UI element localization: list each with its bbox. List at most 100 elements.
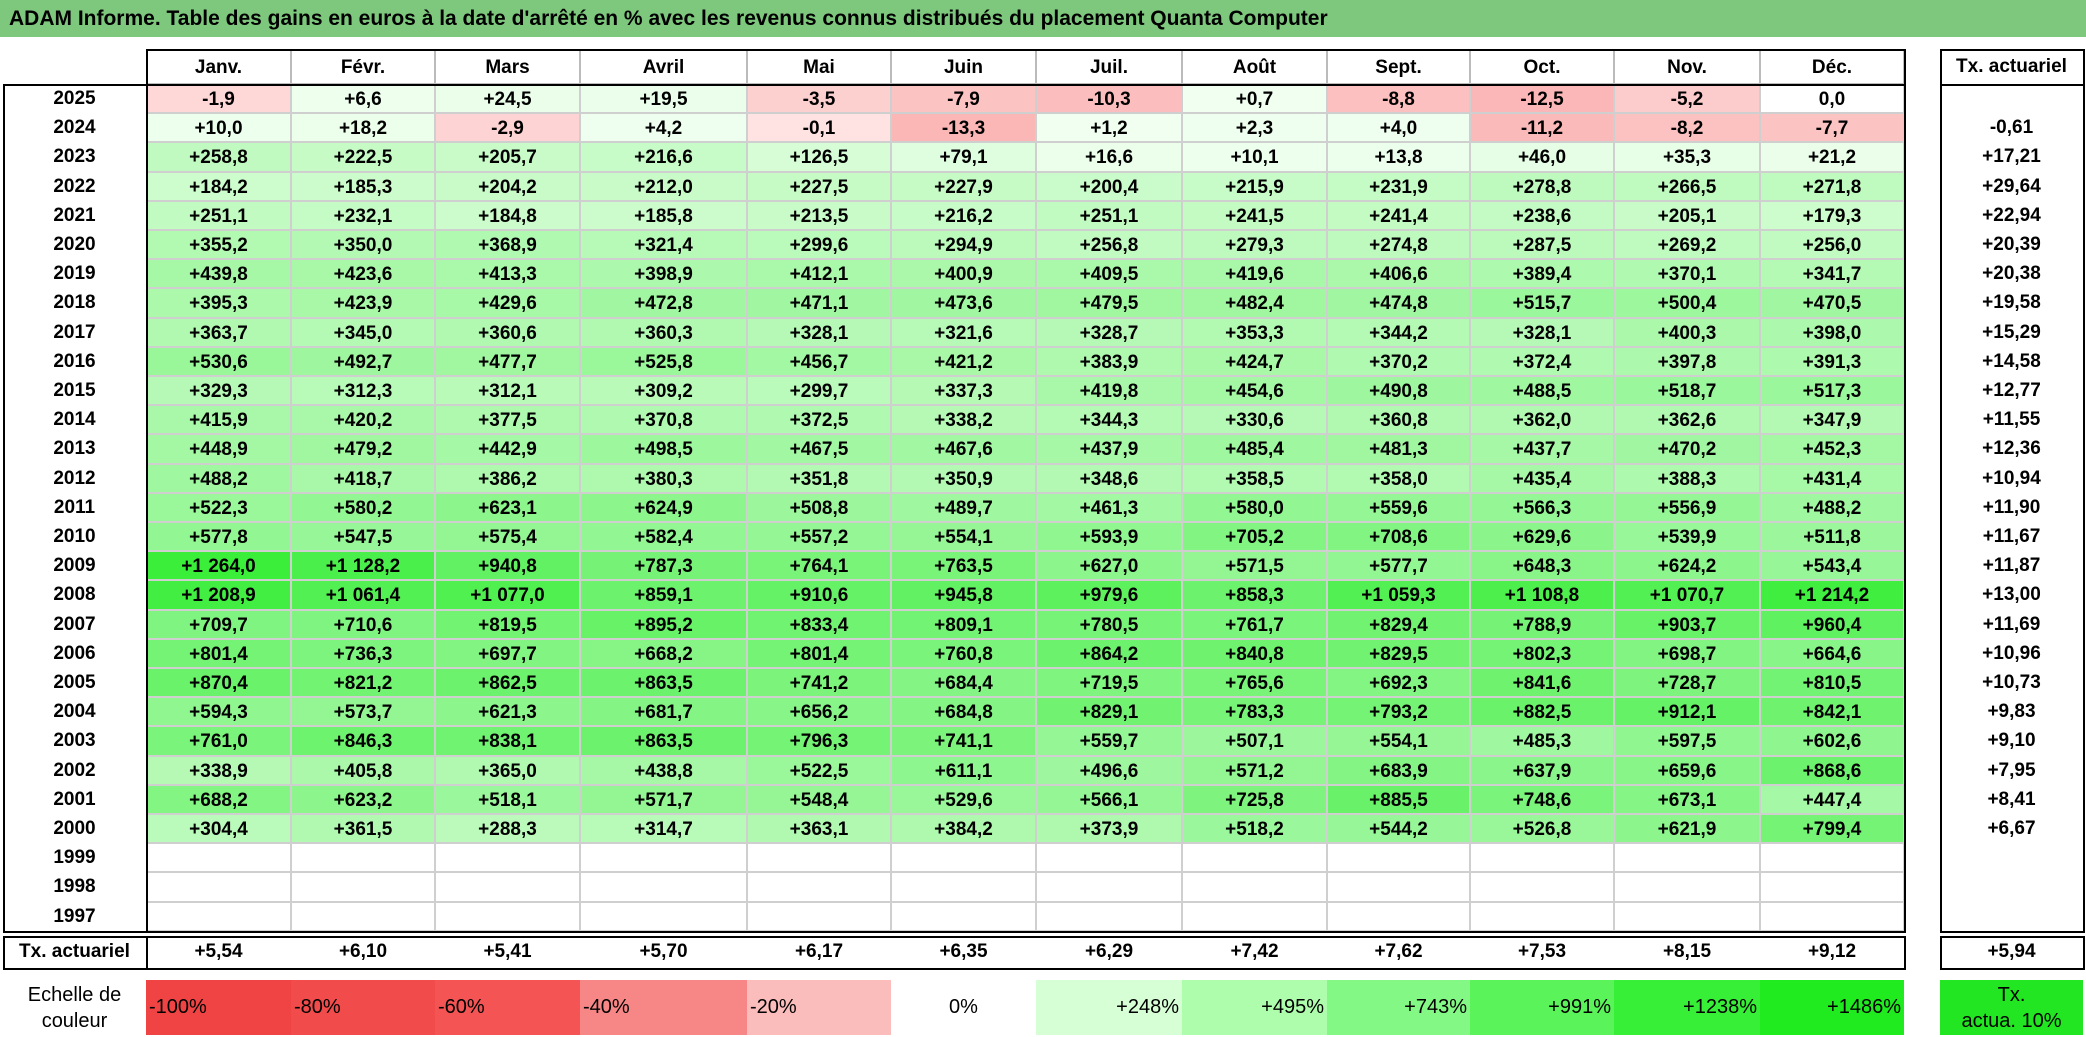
year-label: 2006 bbox=[53, 643, 96, 664]
table-cell: +1,2 bbox=[1036, 113, 1182, 142]
table-cell: +543,4 bbox=[1760, 551, 1904, 580]
scale-swatch: -60% bbox=[435, 980, 580, 1035]
table-cell bbox=[580, 902, 747, 931]
table-cell: +498,5 bbox=[580, 434, 747, 464]
table-cell: +338,9 bbox=[146, 756, 291, 785]
table-cell: +829,5 bbox=[1327, 639, 1470, 668]
table-cell: +35,3 bbox=[1614, 142, 1760, 172]
table-cell: +338,2 bbox=[891, 405, 1036, 434]
table-cell: +709,7 bbox=[146, 610, 291, 639]
table-cell: +539,9 bbox=[1614, 522, 1760, 551]
table-cell: +360,6 bbox=[435, 318, 580, 347]
table-cell: +580,0 bbox=[1182, 493, 1327, 522]
table-cell: +885,5 bbox=[1327, 785, 1470, 814]
year-label: 2021 bbox=[53, 205, 96, 226]
footer-total: +5,94 bbox=[1987, 941, 2036, 962]
table-cell: +571,7 bbox=[580, 785, 747, 814]
year-rate: -0,61 bbox=[1989, 117, 2034, 138]
table-cell: +765,6 bbox=[1182, 668, 1327, 697]
table-cell bbox=[1182, 902, 1327, 931]
table-cell: +870,4 bbox=[146, 668, 291, 697]
table-cell: +0,7 bbox=[1182, 84, 1327, 113]
table-cell: +204,2 bbox=[435, 172, 580, 201]
table-cell: +525,8 bbox=[580, 347, 747, 376]
table-cell: +557,2 bbox=[747, 522, 891, 551]
table-cell: +279,3 bbox=[1182, 230, 1327, 259]
table-cell: +472,8 bbox=[580, 288, 747, 318]
table-cell: +1 061,4 bbox=[291, 580, 435, 610]
table-cell: +507,1 bbox=[1182, 726, 1327, 756]
table-cell: +809,1 bbox=[891, 610, 1036, 639]
table-cell: +438,8 bbox=[580, 756, 747, 785]
table-cell: +624,9 bbox=[580, 493, 747, 522]
table-cell: +580,2 bbox=[291, 493, 435, 522]
table-cell: +719,5 bbox=[1036, 668, 1182, 697]
table-cell: +945,8 bbox=[891, 580, 1036, 610]
footer-cell: +5,54 bbox=[194, 941, 243, 962]
table-cell: +266,5 bbox=[1614, 172, 1760, 201]
year-label: 2019 bbox=[53, 263, 96, 284]
table-cell: +522,5 bbox=[747, 756, 891, 785]
table-cell: -7,7 bbox=[1760, 113, 1904, 142]
scale-label-line: couleur bbox=[41, 1010, 108, 1032]
table-cell: +126,5 bbox=[747, 142, 891, 172]
table-cell: +205,1 bbox=[1614, 201, 1760, 230]
table-cell: +477,7 bbox=[435, 347, 580, 376]
table-cell bbox=[747, 872, 891, 902]
table-cell: +238,6 bbox=[1470, 201, 1614, 230]
table-cell: +697,7 bbox=[435, 639, 580, 668]
table-cell: +802,3 bbox=[1470, 639, 1614, 668]
table-cell: +321,6 bbox=[891, 318, 1036, 347]
year-rate: +11,67 bbox=[1982, 526, 2041, 547]
table-cell: +1 264,0 bbox=[146, 551, 291, 580]
table-cell: +858,3 bbox=[1182, 580, 1327, 610]
table-cell: +544,2 bbox=[1327, 814, 1470, 843]
table-cell: +337,3 bbox=[891, 376, 1036, 405]
table-cell: +611,1 bbox=[891, 756, 1036, 785]
year-label: 2016 bbox=[53, 351, 96, 372]
table-cell: +796,3 bbox=[747, 726, 891, 756]
year-label: 2014 bbox=[53, 409, 96, 430]
table-cell: +409,5 bbox=[1036, 259, 1182, 288]
table-cell: +304,4 bbox=[146, 814, 291, 843]
grid-line bbox=[1904, 49, 1906, 933]
table-cell: +395,3 bbox=[146, 288, 291, 318]
table-cell: +429,6 bbox=[435, 288, 580, 318]
table-cell bbox=[1036, 902, 1182, 931]
table-cell: +787,3 bbox=[580, 551, 747, 580]
grid-line bbox=[1940, 84, 2083, 86]
table-cell: +1 208,9 bbox=[146, 580, 291, 610]
table-cell: +370,2 bbox=[1327, 347, 1470, 376]
table-cell bbox=[1470, 872, 1614, 902]
year-label: 2008 bbox=[53, 584, 96, 605]
table-cell bbox=[1614, 872, 1760, 902]
table-cell: +231,9 bbox=[1327, 172, 1470, 201]
year-rate: +13,00 bbox=[1982, 584, 2041, 605]
grid-line bbox=[146, 49, 1904, 51]
table-cell: +659,6 bbox=[1614, 756, 1760, 785]
year-label: 2003 bbox=[53, 730, 96, 751]
table-cell bbox=[1327, 843, 1470, 872]
table-cell: +559,6 bbox=[1327, 493, 1470, 522]
scale-swatch: -20% bbox=[747, 980, 891, 1035]
table-cell: +859,1 bbox=[580, 580, 747, 610]
table-cell: +482,4 bbox=[1182, 288, 1327, 318]
table-cell: -7,9 bbox=[891, 84, 1036, 113]
table-cell: +566,1 bbox=[1036, 785, 1182, 814]
table-cell bbox=[1470, 843, 1614, 872]
table-cell: +829,4 bbox=[1327, 610, 1470, 639]
table-cell: +24,5 bbox=[435, 84, 580, 113]
table-cell: +241,4 bbox=[1327, 201, 1470, 230]
table-cell: +448,9 bbox=[146, 434, 291, 464]
table-cell: +656,2 bbox=[747, 697, 891, 726]
table-cell: -0,1 bbox=[747, 113, 891, 142]
year-rate: +10,96 bbox=[1982, 643, 2041, 664]
table-cell bbox=[580, 843, 747, 872]
year-label: 2015 bbox=[53, 380, 96, 401]
table-cell: +500,4 bbox=[1614, 288, 1760, 318]
year-label: 2020 bbox=[53, 234, 96, 255]
year-label: 2002 bbox=[53, 760, 96, 781]
table-cell: +312,1 bbox=[435, 376, 580, 405]
year-rate: +15,29 bbox=[1982, 322, 2041, 343]
table-cell: +258,8 bbox=[146, 142, 291, 172]
